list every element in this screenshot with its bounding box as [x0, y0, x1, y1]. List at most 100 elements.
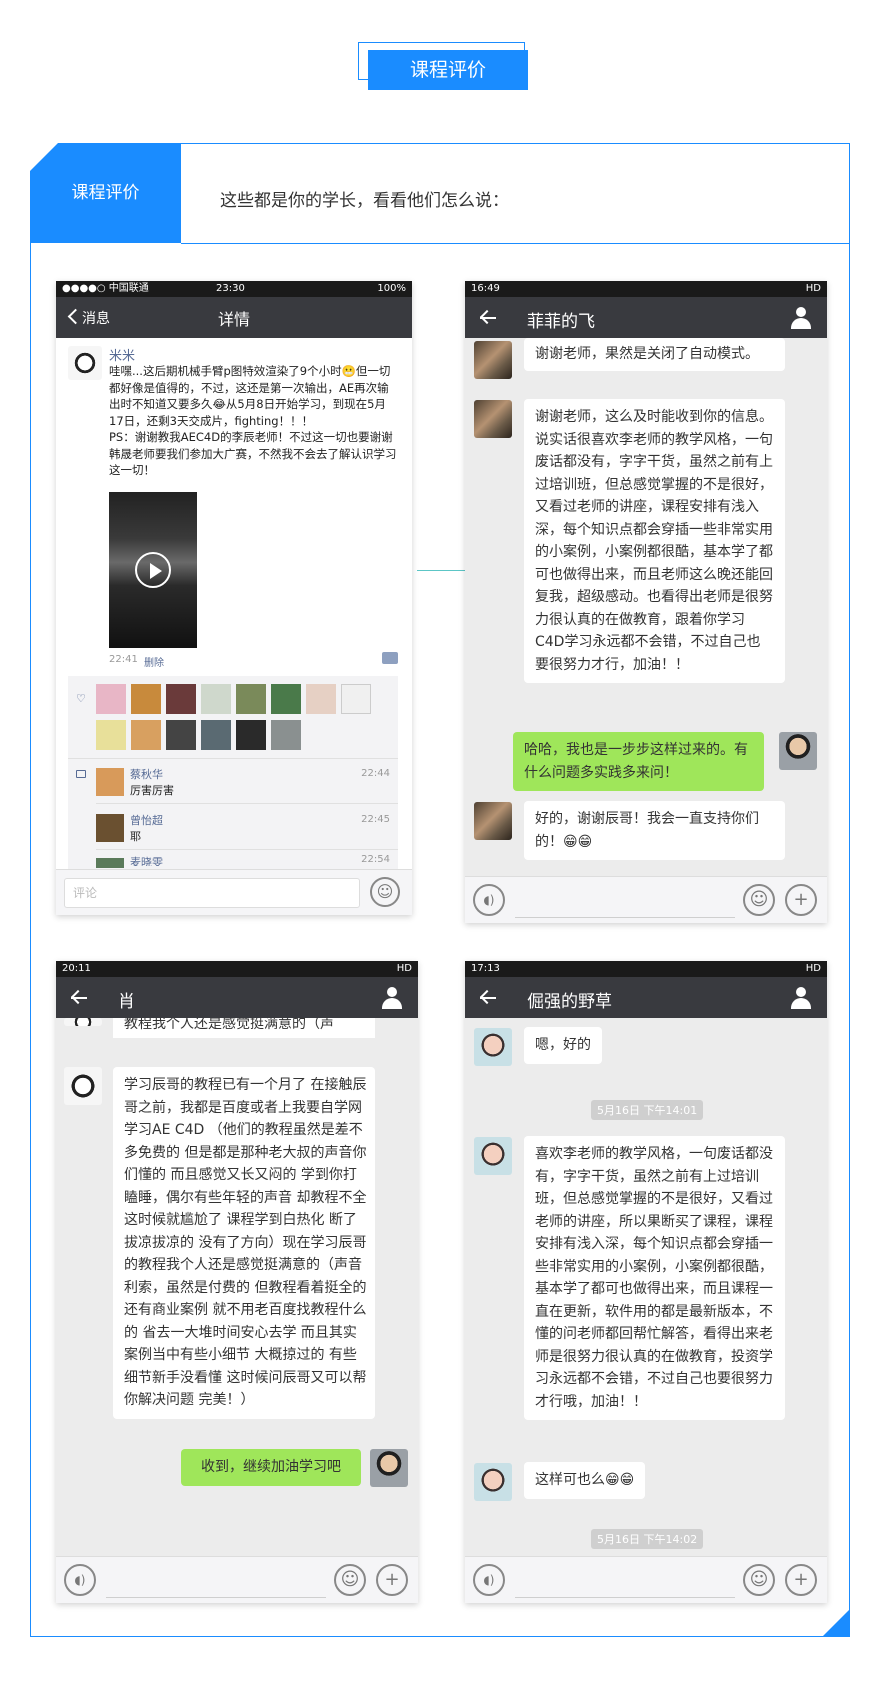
status-time: 23:30 [216, 283, 245, 294]
status-bar: 20:11 HD [56, 961, 418, 977]
contact-avatar[interactable] [474, 802, 512, 840]
section-intro: 这些都是你的学长，看看他们怎么说： [220, 191, 509, 211]
commenter-avatar[interactable] [96, 814, 124, 842]
comment-time: 22:54 [361, 854, 390, 865]
post-text: 哇嘿...这后期机械手臂p图特效渲染了9个小时😬但一切都好像是值得的，不过，这还… [109, 364, 397, 477]
message-bubble[interactable]: 谢谢老师，这么及时能收到你的信息。说实话很喜欢李老师的教学风格，一句废话都没有，… [524, 399, 785, 683]
like-avatar[interactable] [271, 720, 301, 750]
my-message-bubble[interactable]: 收到，继续加油学习吧 [181, 1449, 361, 1486]
comment-text: 厉害厉害 [130, 784, 174, 797]
poster-name[interactable]: 米米 [109, 345, 135, 364]
contact-profile-icon[interactable] [381, 987, 403, 1009]
corner-accent [822, 1610, 849, 1637]
message-bubble[interactable]: 好的，谢谢辰哥！我会一直支持你们的！😁😁 [524, 801, 785, 860]
contact-avatar[interactable] [64, 1067, 102, 1105]
nav-bar: 菲菲的飞 [465, 297, 827, 338]
contact-avatar[interactable] [474, 1137, 512, 1175]
commenter-avatar[interactable] [96, 858, 124, 868]
signal-label: HD [805, 283, 821, 294]
like-avatar[interactable] [166, 720, 196, 750]
comment-icon [76, 770, 86, 778]
page-heading-badge: 课程评价 [368, 50, 528, 90]
message-bubble[interactable]: 喜欢李老师的教学风格，一句废话都没有，字字干货，虽然之前有上过培训班，但总感觉掌… [524, 1136, 785, 1420]
like-avatar[interactable] [131, 684, 161, 714]
nav-bar: 肖 [56, 977, 418, 1018]
message-bubble[interactable]: 谢谢老师，果然是关闭了自动模式。 [524, 338, 785, 371]
tab-notch [30, 143, 58, 171]
status-bar: 17:13 HD [465, 961, 827, 977]
chat-input-bar: ◖) ☺ + [465, 876, 827, 923]
contact-avatar[interactable] [474, 400, 512, 438]
message-bubble[interactable]: 这样可也么😁😁 [524, 1462, 646, 1499]
like-heart-icon: ♡ [76, 692, 86, 705]
like-avatar[interactable] [341, 684, 371, 714]
voice-icon[interactable]: ◖) [64, 1564, 96, 1596]
carrier-label: ●●●●○ 中国联通 [62, 283, 149, 294]
comment-input[interactable]: 评论 [64, 878, 360, 908]
timestamp-pill: 5月16日 下午14:02 [591, 1529, 704, 1549]
play-icon[interactable] [135, 552, 171, 588]
my-message-bubble[interactable]: 哈哈，我也是一步步这样过来的。有什么问题多实践多来问！ [513, 732, 764, 791]
like-avatar[interactable] [166, 684, 196, 714]
emoji-icon[interactable]: ☺ [743, 1564, 775, 1596]
commenter-avatar[interactable] [96, 768, 124, 796]
my-avatar[interactable] [370, 1449, 408, 1487]
battery-label: 100% [377, 283, 406, 294]
contact-avatar[interactable] [474, 341, 512, 379]
chat-title: 菲菲的飞 [527, 312, 595, 332]
signal-label: HD [396, 963, 412, 974]
nav-bar: 消息 详情 [56, 297, 412, 338]
delete-link[interactable]: 删除 [144, 654, 164, 669]
timestamp-pill: 5月16日 下午14:01 [591, 1100, 704, 1120]
like-avatar[interactable] [201, 720, 231, 750]
comment-time: 22:44 [361, 768, 390, 779]
post-time: 22:41 [109, 654, 138, 665]
phone-chat-xiao: 20:11 HD 肖 教程我个人还是感觉挺满意的（声 学习辰哥的教程已有一个月了… [56, 961, 418, 1603]
contact-profile-icon[interactable] [790, 987, 812, 1009]
header-divider [181, 243, 850, 244]
voice-icon[interactable]: ◖) [473, 1564, 505, 1596]
chat-input-bar: ◖) ☺ + [56, 1556, 418, 1603]
like-avatar[interactable] [96, 720, 126, 750]
plus-icon[interactable]: + [785, 884, 817, 916]
nav-bar: 倔强的野草 [465, 977, 827, 1018]
like-avatar[interactable] [306, 684, 336, 714]
like-avatar[interactable] [236, 720, 266, 750]
like-avatar[interactable] [271, 684, 301, 714]
like-avatar[interactable] [131, 720, 161, 750]
poster-avatar[interactable] [68, 346, 102, 380]
chat-title: 倔强的野草 [527, 992, 612, 1012]
commenter-name[interactable]: 曾怡超 [130, 812, 163, 828]
message-bubble[interactable]: 嗯，好的 [524, 1027, 602, 1064]
like-avatar[interactable] [96, 684, 126, 714]
text-input[interactable] [515, 1597, 735, 1598]
nav-title: 详情 [217, 310, 250, 329]
course-review-page: 课程评价 课程评价 这些都是你的学长，看看他们怎么说： ●●●●○ 中国联通 2… [0, 0, 880, 1688]
chat-input-bar: ◖) ☺ + [465, 1556, 827, 1603]
emoji-icon[interactable]: ☺ [334, 1564, 366, 1596]
like-avatar[interactable] [236, 684, 266, 714]
contact-avatar[interactable] [474, 1463, 512, 1501]
plus-icon[interactable]: + [785, 1564, 817, 1596]
message-bubble[interactable]: 教程我个人还是感觉挺满意的（声 [113, 1018, 375, 1038]
phone-moments-screenshot: ●●●●○ 中国联通 23:30 100% 消息 详情 米米 哇嘿...这后期机… [56, 281, 412, 915]
commenter-name[interactable]: 麦晓雯 [130, 854, 163, 866]
emoji-icon[interactable]: ☺ [743, 884, 775, 916]
comment-action-icon[interactable] [382, 652, 398, 664]
contact-profile-icon[interactable] [790, 307, 812, 329]
status-time: 20:11 [62, 963, 91, 974]
phone-chat-feifei: 16:49 HD 菲菲的飞 谢谢老师，果然是关闭了自动模式。 谢谢老师，这么及时… [465, 281, 827, 923]
my-avatar[interactable] [779, 732, 817, 770]
contact-avatar[interactable] [64, 1018, 102, 1026]
text-input[interactable] [106, 1597, 326, 1598]
like-avatar[interactable] [201, 684, 231, 714]
voice-icon[interactable]: ◖) [473, 884, 505, 916]
contact-avatar[interactable] [474, 1028, 512, 1066]
commenter-name[interactable]: 蔡秋华 [130, 766, 163, 782]
plus-icon[interactable]: + [376, 1564, 408, 1596]
text-input[interactable] [515, 917, 735, 918]
post-video[interactable] [109, 492, 197, 648]
emoji-icon[interactable]: ☺ [370, 877, 400, 907]
comment-text: 耶 [130, 830, 141, 843]
message-bubble[interactable]: 学习辰哥的教程已有一个月了 在接触辰哥之前，我都是百度或者上我要自学网学习AE … [113, 1067, 375, 1419]
